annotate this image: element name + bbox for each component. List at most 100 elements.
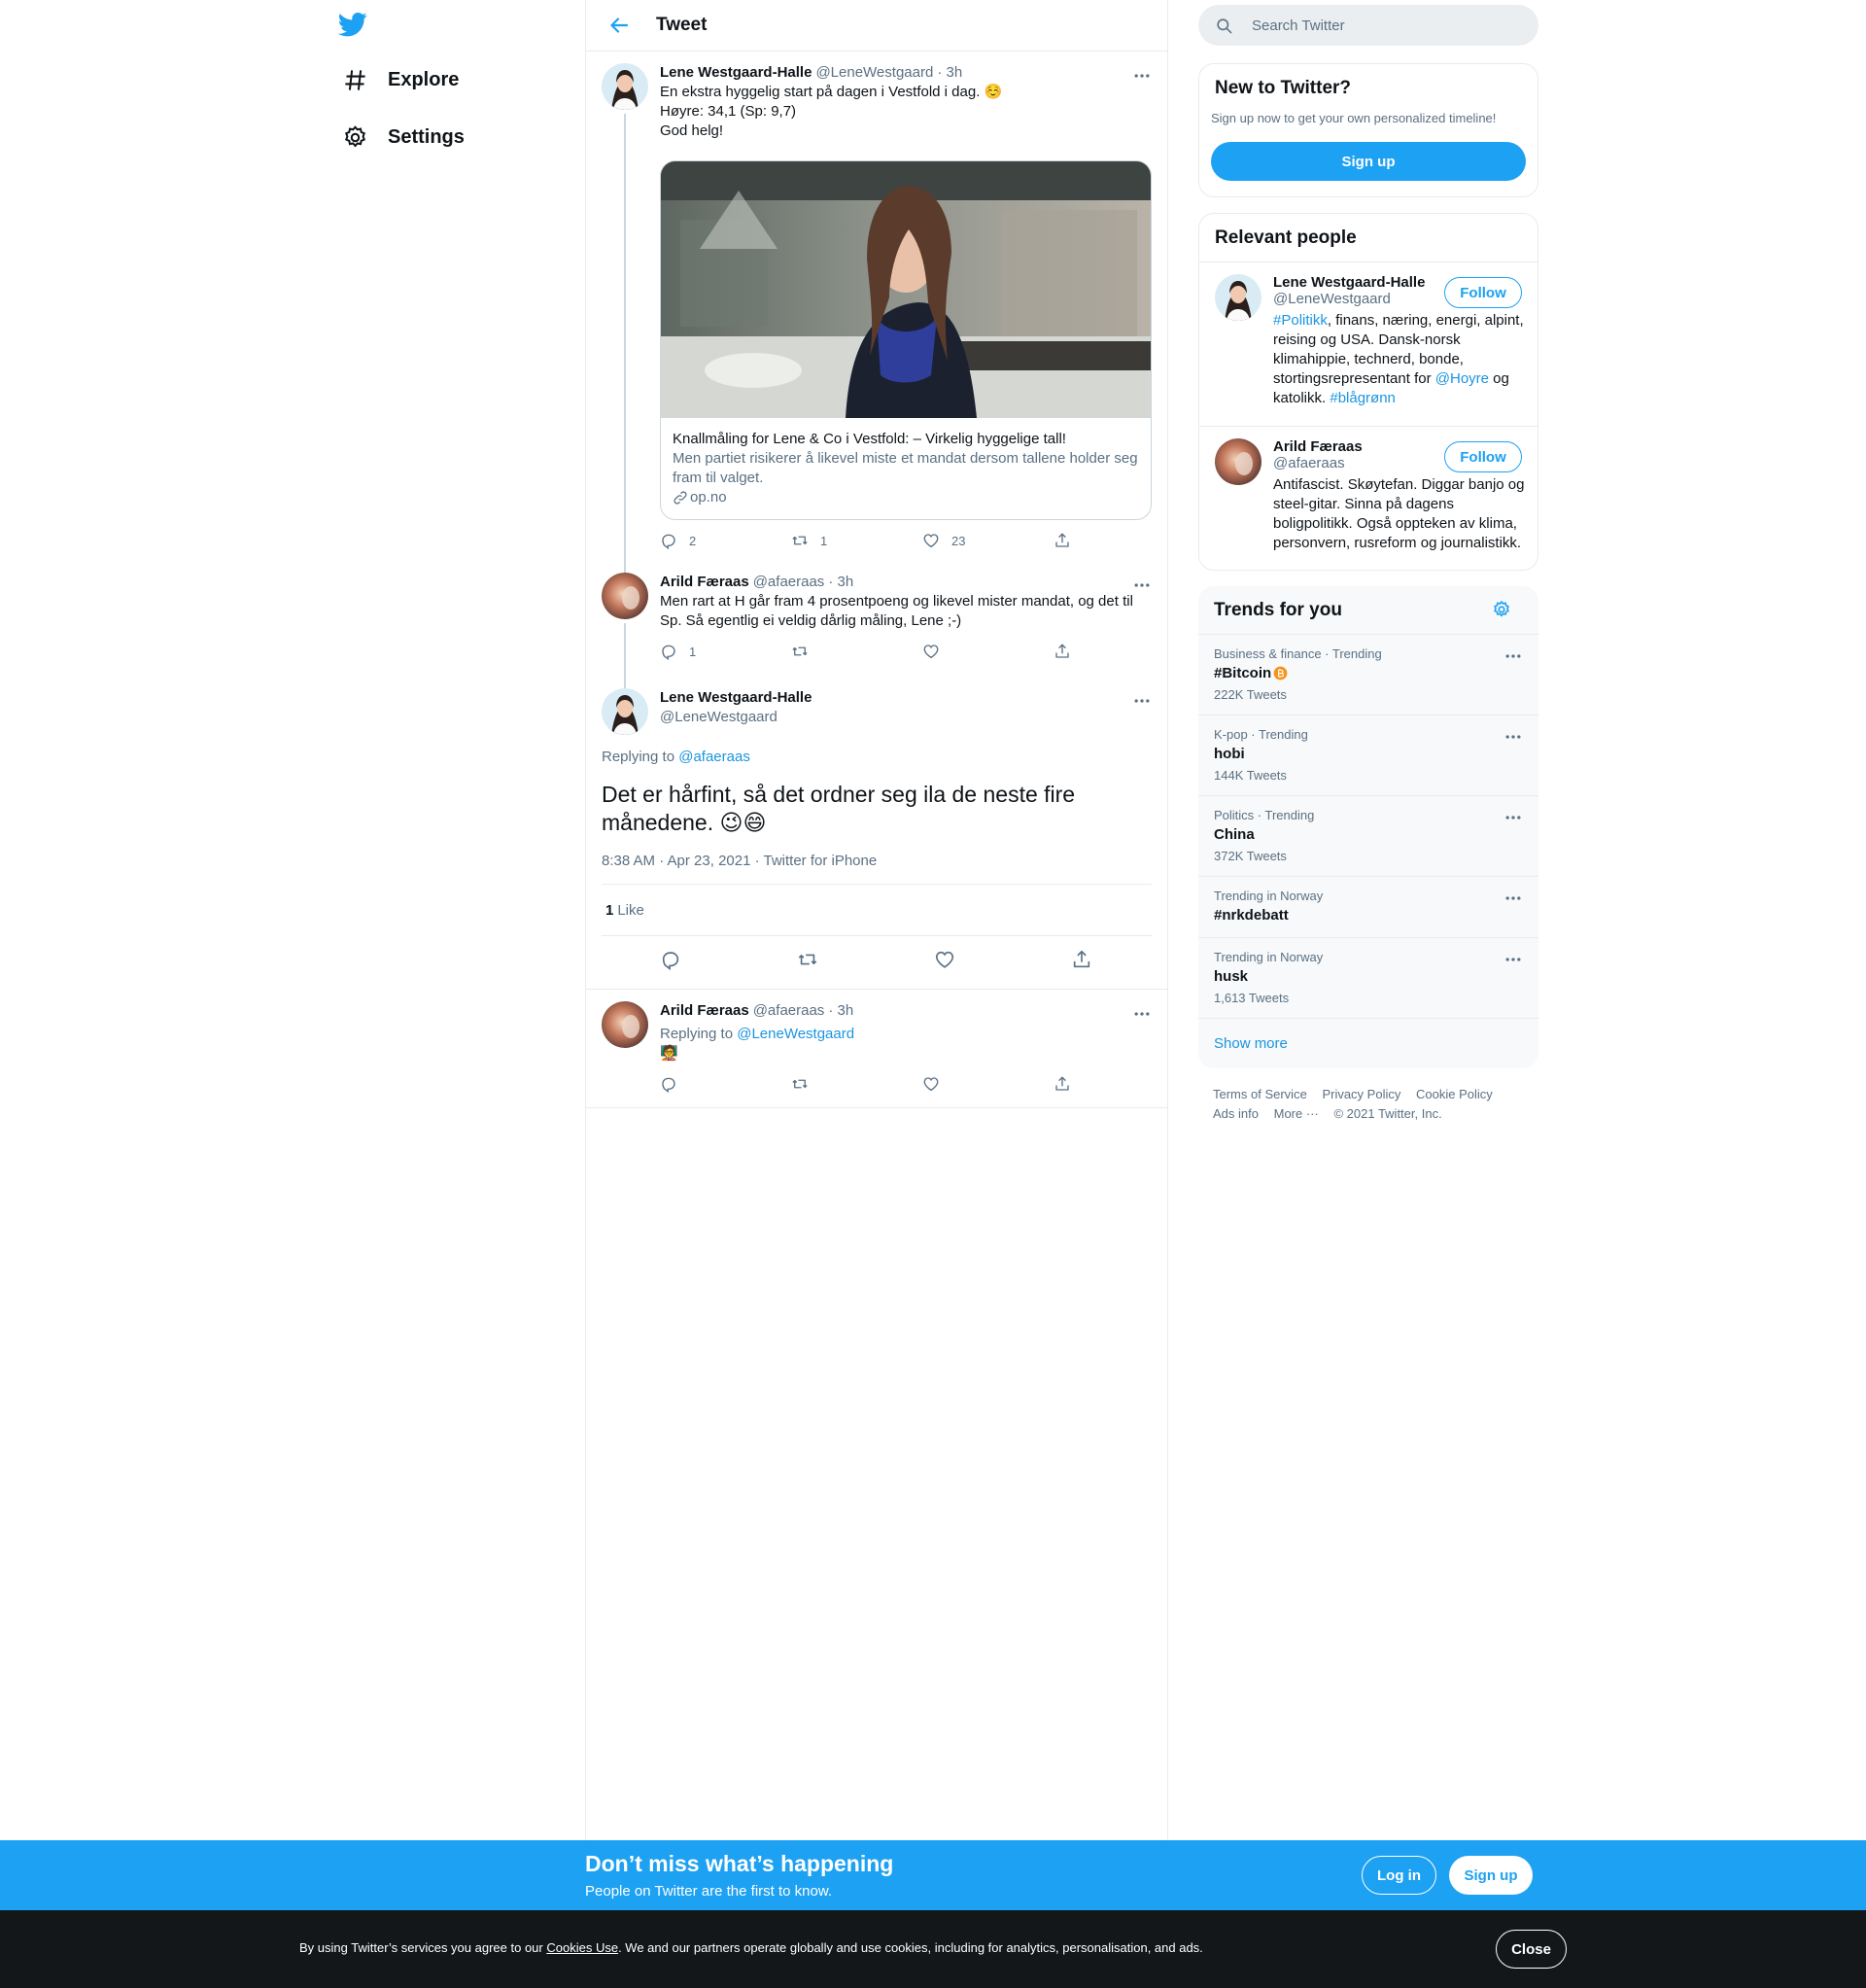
gear-icon[interactable] — [1492, 600, 1511, 619]
more-icon[interactable] — [1132, 691, 1152, 711]
link-card[interactable]: Knallmåling for Lene & Co i Vestfold: – … — [660, 160, 1152, 520]
tweet-text-line: En ekstra hyggelig start på dagen i Vest… — [660, 84, 1003, 100]
trend-item[interactable]: Trending in Norway #nrkdebatt — [1198, 876, 1538, 937]
replying-to-link[interactable]: @LeneWestgaard — [737, 1026, 854, 1042]
more-icon[interactable] — [1132, 1004, 1152, 1024]
retweet-icon[interactable] — [797, 949, 818, 970]
twitter-bird-icon[interactable] — [338, 10, 367, 39]
bitcoin-icon — [1273, 666, 1288, 680]
tweet-item[interactable]: Arild Færaas @afaeraas · 3h Men rart at … — [586, 561, 1167, 677]
more-icon[interactable] — [1503, 646, 1523, 666]
replying-to-link[interactable]: @afaeraas — [678, 749, 750, 765]
back-arrow-icon[interactable] — [607, 14, 631, 37]
banner-subtitle: People on Twitter are the first to know. — [585, 1883, 833, 1900]
person-item[interactable]: Arild Færaas @afaeraas Antifascist. Skøy… — [1199, 426, 1538, 570]
follow-button[interactable]: Follow — [1444, 441, 1522, 472]
like-button[interactable]: 23 — [922, 532, 1054, 549]
share-button[interactable] — [1054, 643, 1073, 660]
page-title: Tweet — [656, 15, 708, 35]
more-icon[interactable] — [1503, 950, 1523, 969]
more-icon[interactable] — [1503, 889, 1523, 908]
nav-settings[interactable]: Settings — [342, 118, 465, 157]
share-button[interactable] — [1054, 1075, 1073, 1093]
avatar[interactable] — [602, 1001, 648, 1048]
person-item[interactable]: Lene Westgaard-Halle @LeneWestgaard #Pol… — [1199, 262, 1538, 426]
tweet-time[interactable]: · 3h — [828, 573, 853, 592]
bio-hashtag[interactable]: #Politikk — [1273, 312, 1328, 329]
sidebar-signup-button[interactable]: Sign up — [1211, 142, 1526, 181]
tweet-time[interactable]: · 3h — [828, 1001, 853, 1021]
author-name[interactable]: Lene Westgaard-Halle — [660, 63, 812, 83]
author-name[interactable]: Lene Westgaard-Halle — [660, 688, 1152, 708]
avatar[interactable] — [602, 63, 648, 110]
retweet-icon — [791, 1075, 809, 1093]
search-icon — [1217, 17, 1232, 33]
ads-info-link[interactable]: Ads info — [1213, 1106, 1259, 1121]
avatar[interactable] — [602, 688, 648, 735]
tweet-text: 🧑‍🏫 — [660, 1045, 678, 1062]
reply-button[interactable] — [660, 1075, 791, 1093]
retweet-button[interactable]: 1 — [791, 532, 922, 549]
copyright: © 2021 Twitter, Inc. — [1333, 1106, 1442, 1121]
trend-item[interactable]: K-pop · Trending hobi 144K Tweets — [1198, 715, 1538, 795]
search-input[interactable]: Search Twitter — [1198, 5, 1538, 46]
signup-button[interactable]: Sign up — [1449, 1856, 1533, 1895]
cookie-text: By using Twitter’s services you agree to… — [299, 1940, 1203, 1955]
like-button[interactable] — [922, 643, 1054, 660]
avatar[interactable] — [1215, 438, 1261, 485]
author-handle[interactable]: @LeneWestgaard — [815, 63, 933, 83]
more-icon[interactable] — [1132, 575, 1152, 595]
more-icon[interactable] — [1503, 808, 1523, 827]
share-button[interactable] — [1054, 532, 1073, 549]
like-icon — [922, 1075, 940, 1093]
trend-count: 144K Tweets — [1214, 768, 1287, 783]
more-icon[interactable] — [1132, 66, 1152, 86]
bio-hashtag[interactable]: #blågrønn — [1330, 390, 1396, 406]
share-icon — [1054, 643, 1071, 660]
close-button[interactable]: Close — [1496, 1930, 1567, 1969]
author-handle[interactable]: @afaeraas — [753, 573, 825, 592]
tweet-time[interactable]: · 3h — [937, 63, 962, 83]
relevant-people-panel: Relevant people Lene Westgaard-Halle @Le… — [1198, 213, 1538, 571]
search-placeholder: Search Twitter — [1252, 17, 1345, 34]
like-icon[interactable] — [934, 949, 955, 970]
trend-item[interactable]: Trending in Norway husk 1,613 Tweets — [1198, 937, 1538, 1018]
reply-icon[interactable] — [660, 949, 681, 970]
avatar[interactable] — [1215, 274, 1261, 321]
author-handle[interactable]: @afaeraas — [753, 1001, 825, 1021]
trend-name: #Bitcoin — [1214, 665, 1288, 681]
nav-explore[interactable]: Explore — [342, 60, 459, 99]
avatar[interactable] — [602, 573, 648, 619]
tweet-item[interactable]: Arild Færaas @afaeraas · 3h Replying to … — [586, 989, 1167, 1108]
reply-button[interactable]: 1 — [660, 643, 791, 660]
trend-item[interactable]: Business & finance · Trending #Bitcoin 2… — [1198, 634, 1538, 715]
tweet-timestamp[interactable]: 8:38 AM · Apr 23, 2021 · Twitter for iPh… — [602, 853, 1152, 869]
author-name[interactable]: Arild Færaas — [660, 1001, 749, 1021]
tweet-item[interactable]: Lene Westgaard-Halle @LeneWestgaard · 3h… — [586, 52, 1167, 561]
login-button[interactable]: Log in — [1362, 1856, 1436, 1895]
like-stats[interactable]: 1 Like — [602, 885, 1152, 935]
share-icon[interactable] — [1071, 949, 1092, 970]
card-image — [661, 161, 1151, 418]
person-bio: #Politikk, finans, næring, energi, alpin… — [1273, 311, 1526, 408]
cookie-policy-link[interactable]: Cookie Policy — [1416, 1087, 1493, 1101]
reply-button[interactable]: 2 — [660, 532, 791, 549]
more-link[interactable]: More ··· — [1274, 1106, 1319, 1121]
share-icon — [1054, 532, 1071, 549]
author-name[interactable]: Arild Færaas — [660, 573, 749, 592]
trend-item[interactable]: Politics · Trending China 372K Tweets — [1198, 795, 1538, 876]
like-button[interactable] — [922, 1075, 1054, 1093]
privacy-link[interactable]: Privacy Policy — [1322, 1087, 1400, 1101]
bio-mention[interactable]: @Hoyre — [1435, 370, 1489, 387]
retweet-button[interactable] — [791, 1075, 922, 1093]
cookie-text-suffix: . We and our partners operate globally a… — [618, 1940, 1203, 1955]
show-more-link[interactable]: Show more — [1214, 1035, 1288, 1052]
thread-line — [624, 561, 626, 573]
cookies-use-link[interactable]: Cookies Use — [546, 1940, 618, 1955]
terms-link[interactable]: Terms of Service — [1213, 1087, 1307, 1101]
more-icon[interactable] — [1503, 727, 1523, 747]
follow-button[interactable]: Follow — [1444, 277, 1522, 308]
cookie-banner: By using Twitter’s services you agree to… — [0, 1910, 1866, 1988]
retweet-button[interactable] — [791, 643, 922, 660]
author-handle[interactable]: @LeneWestgaard — [660, 708, 1152, 727]
